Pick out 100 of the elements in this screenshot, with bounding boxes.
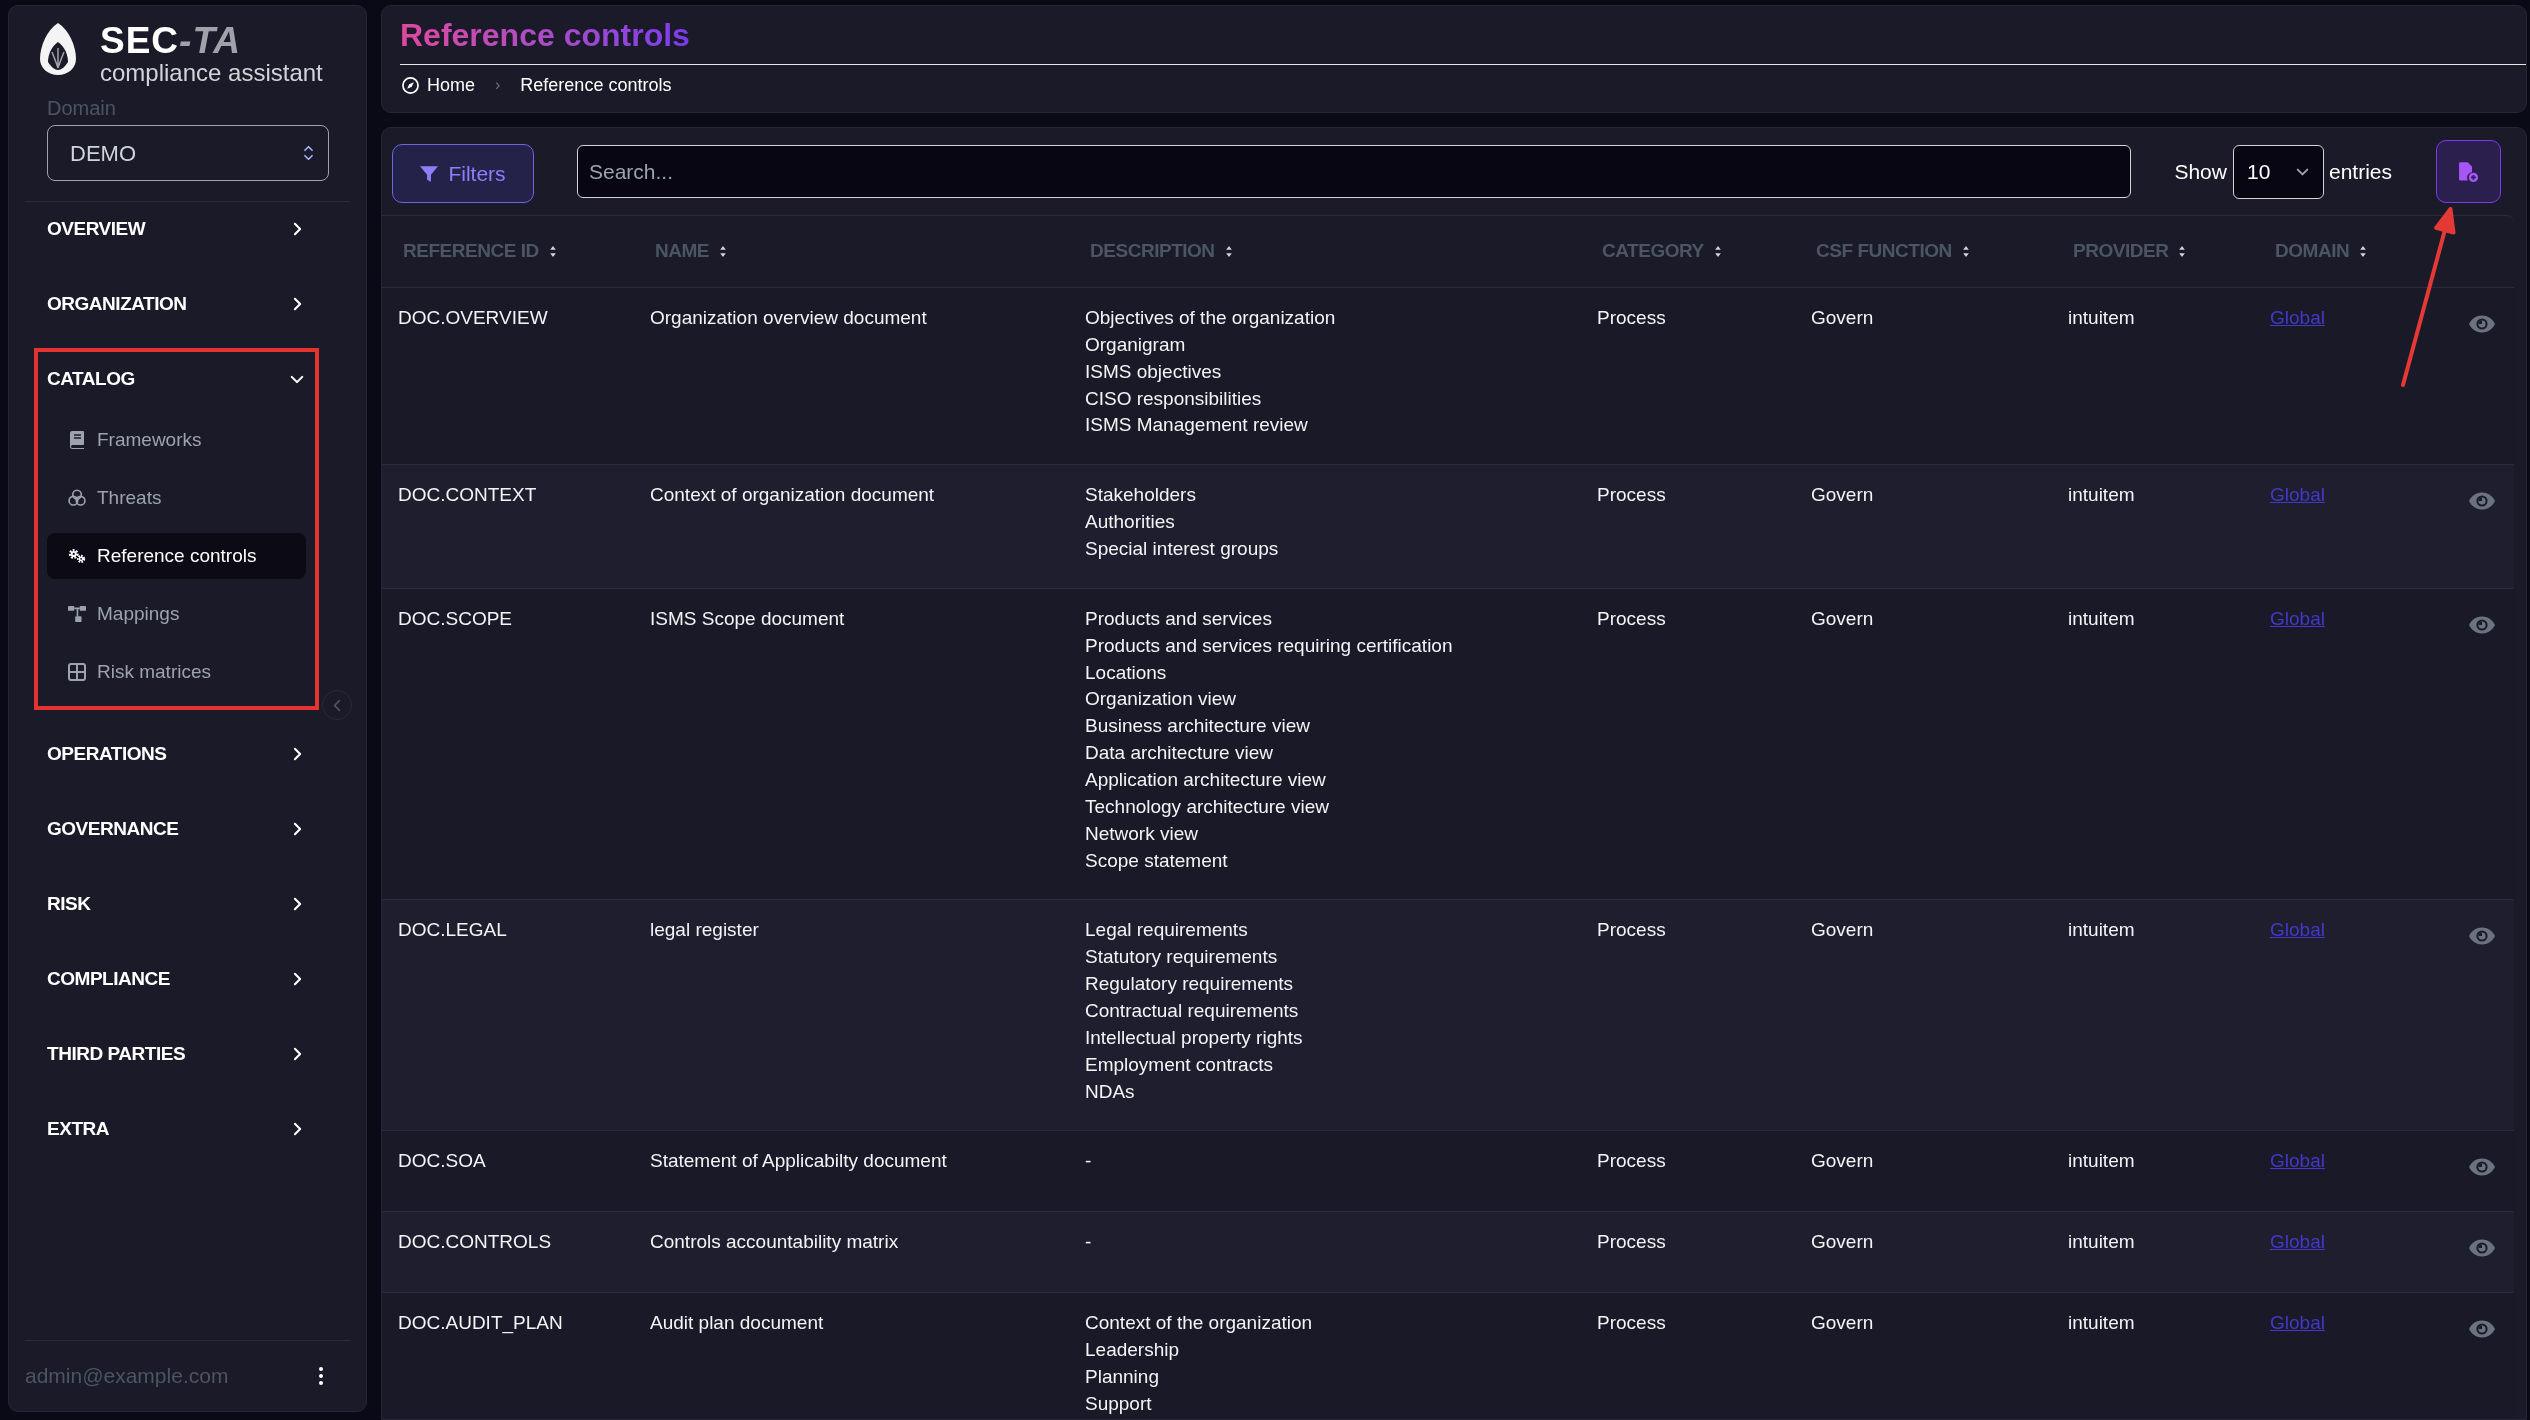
breadcrumb-link[interactable]: Home bbox=[402, 71, 475, 99]
table-cell-text: Statement of Applicabilty document bbox=[650, 1149, 947, 1174]
page-size-label: Show bbox=[2174, 158, 2227, 185]
eye-icon[interactable] bbox=[2468, 615, 2496, 634]
sidebar-item[interactable]: Frameworks bbox=[47, 417, 306, 463]
sidebar-section[interactable]: EXTRA bbox=[47, 1102, 306, 1156]
table-cell-text: DOC.CONTROLS bbox=[398, 1230, 552, 1255]
description-line: Business architecture view bbox=[1085, 714, 1310, 739]
three-rings-icon bbox=[68, 489, 86, 507]
grid-icon bbox=[68, 663, 86, 681]
chevron-left-icon bbox=[333, 698, 341, 712]
description-line: Authorities bbox=[1085, 510, 1175, 535]
sort-icon bbox=[719, 245, 728, 258]
table-cell-text: Process bbox=[1597, 1230, 1666, 1255]
eye-icon[interactable] bbox=[2468, 315, 2496, 333]
table-cell-text: ISMS Scope document bbox=[650, 606, 845, 631]
eye-icon[interactable] bbox=[2468, 1239, 2496, 1258]
description-line: Organigram bbox=[1085, 332, 1186, 357]
sidebar-section[interactable]: ORGANIZATION bbox=[47, 277, 306, 331]
compass-icon bbox=[402, 76, 419, 94]
eye-icon[interactable] bbox=[2468, 1320, 2496, 1339]
sidebar-section[interactable]: COMPLIANCE bbox=[47, 952, 306, 1006]
sidebar-section[interactable]: RISK bbox=[47, 877, 306, 931]
eye-icon[interactable] bbox=[2468, 1158, 2496, 1177]
filters-button[interactable]: Filters bbox=[392, 144, 534, 203]
book-icon bbox=[68, 431, 86, 449]
table-cell-text: DOC.AUDIT_PLAN bbox=[398, 1311, 563, 1336]
description-line: Intellectual property rights bbox=[1085, 1025, 1303, 1050]
description-line: Application architecture view bbox=[1085, 768, 1326, 793]
hierarchy-icon bbox=[68, 605, 86, 623]
sort-icon bbox=[2359, 245, 2368, 258]
table-cell-text: Govern bbox=[1811, 1311, 1874, 1336]
table-cell-text: Process bbox=[1597, 1149, 1666, 1174]
table-cell-text: Organization overview document bbox=[650, 306, 927, 330]
table-cell-text: DOC.SCOPE bbox=[398, 606, 513, 631]
table-cell-text: intuitem bbox=[2068, 1230, 2135, 1255]
table-cell-text: intuitem bbox=[2068, 483, 2135, 508]
description-line: - bbox=[1085, 1230, 1092, 1255]
sidebar-section[interactable]: GOVERNANCE bbox=[47, 802, 306, 856]
page-size-select[interactable]: 10 bbox=[2232, 144, 2324, 199]
sort-icon bbox=[1961, 245, 1970, 258]
description-line: ISMS Management review bbox=[1085, 413, 1308, 438]
sidebar-item[interactable]: Reference controls bbox=[47, 533, 306, 579]
description-line: Technology architecture view bbox=[1085, 794, 1329, 819]
sort-icon bbox=[1224, 245, 1233, 258]
file-plus-icon bbox=[2458, 160, 2479, 183]
sidebar-section[interactable]: OVERVIEW bbox=[47, 202, 306, 256]
eye-icon[interactable] bbox=[2468, 927, 2496, 946]
description-line: Legal requirements bbox=[1085, 918, 1248, 943]
table-cell-text: DOC.LEGAL bbox=[398, 918, 507, 943]
description-line: Stakeholders bbox=[1085, 483, 1196, 508]
sort-icon bbox=[2178, 245, 2187, 258]
table-cell-text: Process bbox=[1597, 918, 1666, 943]
eye-icon[interactable] bbox=[2468, 492, 2496, 511]
table-cell-text: Context of organization document bbox=[650, 483, 935, 508]
domain-label: Domain bbox=[47, 96, 116, 120]
sort-icon bbox=[1713, 245, 1722, 258]
search-field[interactable]: Search... bbox=[577, 145, 2132, 198]
table-cell-text: DOC.SOA bbox=[398, 1149, 486, 1174]
domain-select[interactable]: DEMO bbox=[47, 125, 329, 181]
table-cell-text: intuitem bbox=[2068, 918, 2135, 943]
table-cell-text: intuitem bbox=[2068, 1311, 2135, 1336]
sidebar-section[interactable]: THIRD PARTIES bbox=[47, 1027, 306, 1081]
table-cell-text: DOC.OVERVIEW bbox=[398, 306, 548, 330]
sidebar-item[interactable]: Risk matrices bbox=[47, 649, 306, 695]
description-line: Products and services requiring certification bbox=[1085, 633, 1453, 658]
user-email: admin@example.com bbox=[25, 1363, 229, 1390]
brand-subtitle: compliance assistant bbox=[100, 60, 323, 86]
sidebar-section[interactable]: CATALOG bbox=[47, 352, 306, 406]
description-line: - bbox=[1085, 1149, 1092, 1174]
description-line: Organization view bbox=[1085, 687, 1237, 712]
filter-icon bbox=[420, 165, 439, 182]
table-cell-text: Process bbox=[1597, 606, 1666, 631]
add-button[interactable] bbox=[2436, 140, 2501, 203]
table-cell-text: legal register bbox=[650, 918, 759, 943]
description-line: Employment contracts bbox=[1085, 1052, 1273, 1077]
description-line: Support bbox=[1085, 1392, 1152, 1417]
table-cell-text: intuitem bbox=[2068, 606, 2135, 631]
updown-chevron-icon bbox=[303, 144, 314, 162]
breadcrumb-item: Reference controls bbox=[520, 73, 672, 97]
table-cell-text: intuitem bbox=[2068, 306, 2135, 330]
logo-icon bbox=[38, 22, 78, 76]
table-cell-text: Govern bbox=[1811, 918, 1874, 943]
page-size-label: entries bbox=[2328, 158, 2392, 185]
kebab-menu-icon[interactable] bbox=[319, 1367, 323, 1385]
table-cell-text: Controls accountability matrix bbox=[650, 1230, 899, 1255]
table-cell-text: DOC.CONTEXT bbox=[398, 483, 537, 508]
sidebar-item[interactable]: Mappings bbox=[47, 591, 306, 637]
description-line: CISO responsibilities bbox=[1085, 386, 1262, 411]
table-cell-text: Govern bbox=[1811, 306, 1874, 330]
description-line: NDAs bbox=[1085, 1079, 1135, 1104]
description-line: Network view bbox=[1085, 821, 1198, 846]
sidebar-item[interactable]: Threats bbox=[47, 475, 306, 521]
description-line: Regulatory requirements bbox=[1085, 972, 1294, 997]
description-line: Products and services bbox=[1085, 606, 1272, 631]
table-cell-text: Process bbox=[1597, 306, 1666, 330]
sidebar-section[interactable]: OPERATIONS bbox=[47, 727, 306, 781]
brand-name: SEC-TA bbox=[100, 22, 241, 60]
sort-icon bbox=[548, 245, 557, 258]
description-line: Objectives of the organization bbox=[1085, 306, 1336, 330]
